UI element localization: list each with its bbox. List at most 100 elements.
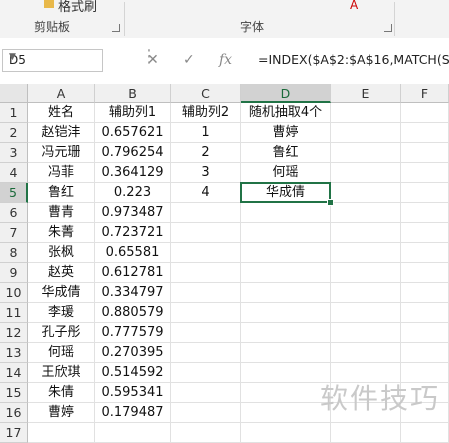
cell-a16[interactable]: 曹婷	[28, 403, 95, 423]
cell-e5[interactable]	[331, 183, 401, 203]
cell-a9[interactable]: 赵英	[28, 263, 95, 283]
format-painter-icon[interactable]	[44, 0, 54, 8]
cell-a11[interactable]: 李瑗	[28, 303, 95, 323]
cell-d7[interactable]	[241, 223, 331, 243]
row-header-9[interactable]: 9	[0, 263, 28, 283]
select-all-corner[interactable]	[0, 84, 28, 103]
font-color-icon[interactable]: A	[350, 0, 358, 12]
row-header-16[interactable]: 16	[0, 403, 28, 423]
cell-d2[interactable]: 曹婷	[241, 123, 331, 143]
cell-b8[interactable]: 0.65581	[95, 243, 171, 263]
cell-d17[interactable]	[241, 423, 331, 443]
chevron-down-icon[interactable]: ▼	[9, 52, 97, 62]
cell-f10[interactable]	[401, 283, 449, 303]
cell-a17[interactable]	[28, 423, 95, 443]
cell-a8[interactable]: 张枫	[28, 243, 95, 263]
cell-b4[interactable]: 0.364129	[95, 163, 171, 183]
cell-f6[interactable]	[401, 203, 449, 223]
column-header-c[interactable]: C	[171, 84, 241, 103]
cell-c12[interactable]	[171, 323, 241, 343]
column-header-d[interactable]: D	[241, 84, 331, 103]
cell-a3[interactable]: 冯元珊	[28, 143, 95, 163]
cell-d5[interactable]: 华成倩	[241, 183, 331, 203]
cell-a7[interactable]: 朱菁	[28, 223, 95, 243]
cell-c10[interactable]	[171, 283, 241, 303]
row-header-5[interactable]: 5	[0, 183, 28, 203]
row-header-8[interactable]: 8	[0, 243, 28, 263]
cell-c7[interactable]	[171, 223, 241, 243]
cell-f7[interactable]	[401, 223, 449, 243]
cell-c11[interactable]	[171, 303, 241, 323]
row-header-11[interactable]: 11	[0, 303, 28, 323]
cell-f9[interactable]	[401, 263, 449, 283]
row-header-2[interactable]: 2	[0, 123, 28, 143]
cell-c6[interactable]	[171, 203, 241, 223]
cell-d10[interactable]	[241, 283, 331, 303]
cell-c16[interactable]	[171, 403, 241, 423]
cell-e13[interactable]	[331, 343, 401, 363]
cell-b14[interactable]: 0.514592	[95, 363, 171, 383]
cell-f3[interactable]	[401, 143, 449, 163]
row-header-13[interactable]: 13	[0, 343, 28, 363]
row-header-3[interactable]: 3	[0, 143, 28, 163]
cell-e6[interactable]	[331, 203, 401, 223]
cell-e1[interactable]	[331, 103, 401, 123]
row-header-10[interactable]: 10	[0, 283, 28, 303]
cell-d16[interactable]	[241, 403, 331, 423]
row-header-6[interactable]: 6	[0, 203, 28, 223]
cell-d9[interactable]	[241, 263, 331, 283]
cell-a4[interactable]: 冯菲	[28, 163, 95, 183]
cell-b7[interactable]: 0.723721	[95, 223, 171, 243]
row-header-12[interactable]: 12	[0, 323, 28, 343]
row-header-7[interactable]: 7	[0, 223, 28, 243]
cell-c15[interactable]	[171, 383, 241, 403]
cell-f11[interactable]	[401, 303, 449, 323]
cell-f5[interactable]	[401, 183, 449, 203]
cell-f12[interactable]	[401, 323, 449, 343]
column-header-b[interactable]: B	[95, 84, 171, 103]
cell-b16[interactable]: 0.179487	[95, 403, 171, 423]
cell-d11[interactable]	[241, 303, 331, 323]
cell-b3[interactable]: 0.796254	[95, 143, 171, 163]
column-header-f[interactable]: F	[401, 84, 449, 103]
cell-d8[interactable]	[241, 243, 331, 263]
cell-a12[interactable]: 孔子彤	[28, 323, 95, 343]
cell-b6[interactable]: 0.973487	[95, 203, 171, 223]
cell-d14[interactable]	[241, 363, 331, 383]
cell-c3[interactable]: 2	[171, 143, 241, 163]
cell-b17[interactable]	[95, 423, 171, 443]
cell-b15[interactable]: 0.595341	[95, 383, 171, 403]
column-header-a[interactable]: A	[28, 84, 95, 103]
name-box[interactable]: D5 ▼	[2, 49, 103, 72]
cell-d12[interactable]	[241, 323, 331, 343]
cell-d15[interactable]	[241, 383, 331, 403]
font-launcher-icon[interactable]	[384, 24, 392, 32]
row-header-17[interactable]: 17	[0, 423, 28, 443]
cell-b11[interactable]: 0.880579	[95, 303, 171, 323]
cell-c2[interactable]: 1	[171, 123, 241, 143]
formula-input[interactable]: =INDEX($A$2:$A$16,MATCH(SM	[258, 52, 449, 67]
cell-e10[interactable]	[331, 283, 401, 303]
cell-f1[interactable]	[401, 103, 449, 123]
cell-c4[interactable]: 3	[171, 163, 241, 183]
cell-c1[interactable]: 辅助列2	[171, 103, 241, 123]
cell-e9[interactable]	[331, 263, 401, 283]
cell-e12[interactable]	[331, 323, 401, 343]
cell-a13[interactable]: 何瑶	[28, 343, 95, 363]
cell-f17[interactable]	[401, 423, 449, 443]
cell-d1[interactable]: 随机抽取4个	[241, 103, 331, 123]
cell-e2[interactable]	[331, 123, 401, 143]
cell-e17[interactable]	[331, 423, 401, 443]
enter-icon[interactable]: ✓	[183, 52, 195, 68]
cell-a5[interactable]: 鲁红	[28, 183, 95, 203]
fill-handle[interactable]	[327, 199, 334, 206]
cell-a15[interactable]: 朱倩	[28, 383, 95, 403]
cell-c9[interactable]	[171, 263, 241, 283]
cell-f8[interactable]	[401, 243, 449, 263]
cell-a14[interactable]: 王欣琪	[28, 363, 95, 383]
cell-d3[interactable]: 鲁红	[241, 143, 331, 163]
cell-f2[interactable]	[401, 123, 449, 143]
cell-c5[interactable]: 4	[171, 183, 241, 203]
cell-d13[interactable]	[241, 343, 331, 363]
cell-e3[interactable]	[331, 143, 401, 163]
